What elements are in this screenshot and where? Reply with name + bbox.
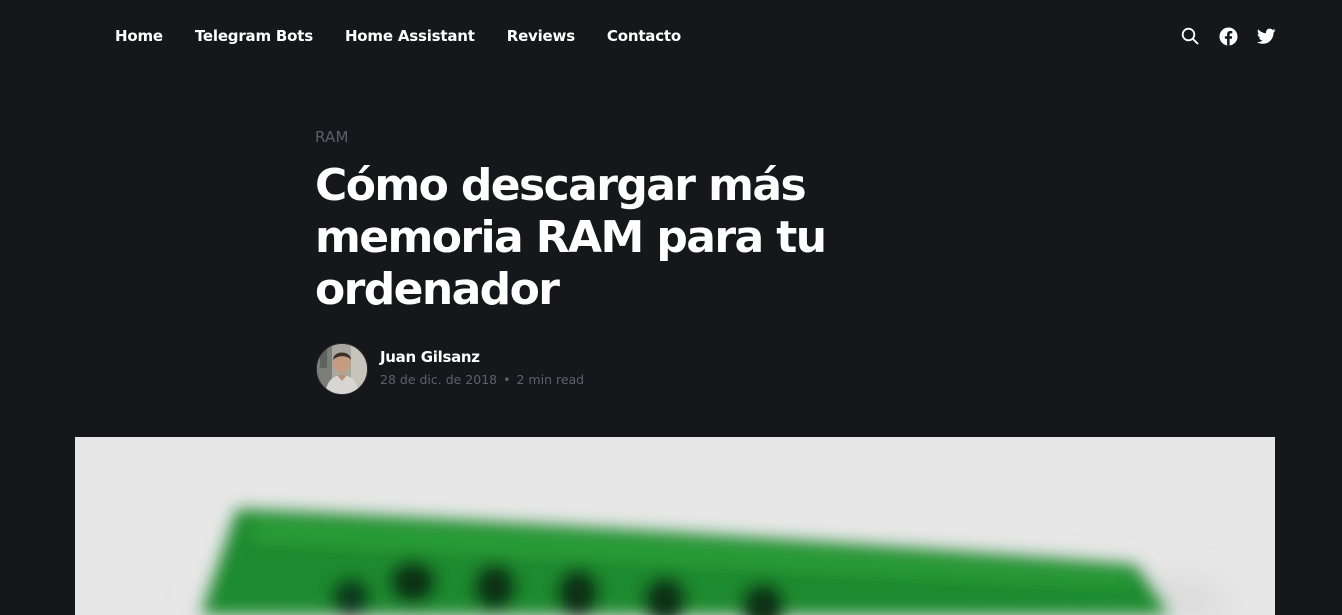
header-actions [1180,26,1276,46]
post-meta: 28 de dic. de 2018 • 2 min read [380,372,584,387]
main-navigation: Home Telegram Bots Home Assistant Review… [115,27,681,45]
reading-time: 2 min read [516,371,585,387]
byline-text: Juan Gilsanz 28 de dic. de 2018 • 2 min … [380,348,584,387]
twitter-icon[interactable] [1256,26,1276,46]
facebook-icon[interactable] [1218,26,1238,46]
nav-link-telegram-bots[interactable]: Telegram Bots [195,27,313,45]
article-header: RAM Cómo descargar más memoria RAM para … [315,127,935,316]
feature-image [75,437,1275,615]
article-byline: Juan Gilsanz 28 de dic. de 2018 • 2 min … [316,343,584,395]
search-icon[interactable] [1180,26,1200,46]
meta-separator: • [503,371,511,387]
author-name[interactable]: Juan Gilsanz [380,348,584,366]
site-header: Home Telegram Bots Home Assistant Review… [0,0,1342,75]
nav-link-home-assistant[interactable]: Home Assistant [345,27,475,45]
primary-tag-link[interactable]: RAM [315,128,349,146]
author-avatar[interactable] [316,343,368,395]
nav-link-reviews[interactable]: Reviews [507,27,575,45]
article-title: Cómo descargar más memoria RAM para tu o… [315,160,827,315]
nav-link-home[interactable]: Home [115,27,163,45]
post-date: 28 de dic. de 2018 [380,371,498,387]
nav-link-contacto[interactable]: Contacto [607,27,681,45]
